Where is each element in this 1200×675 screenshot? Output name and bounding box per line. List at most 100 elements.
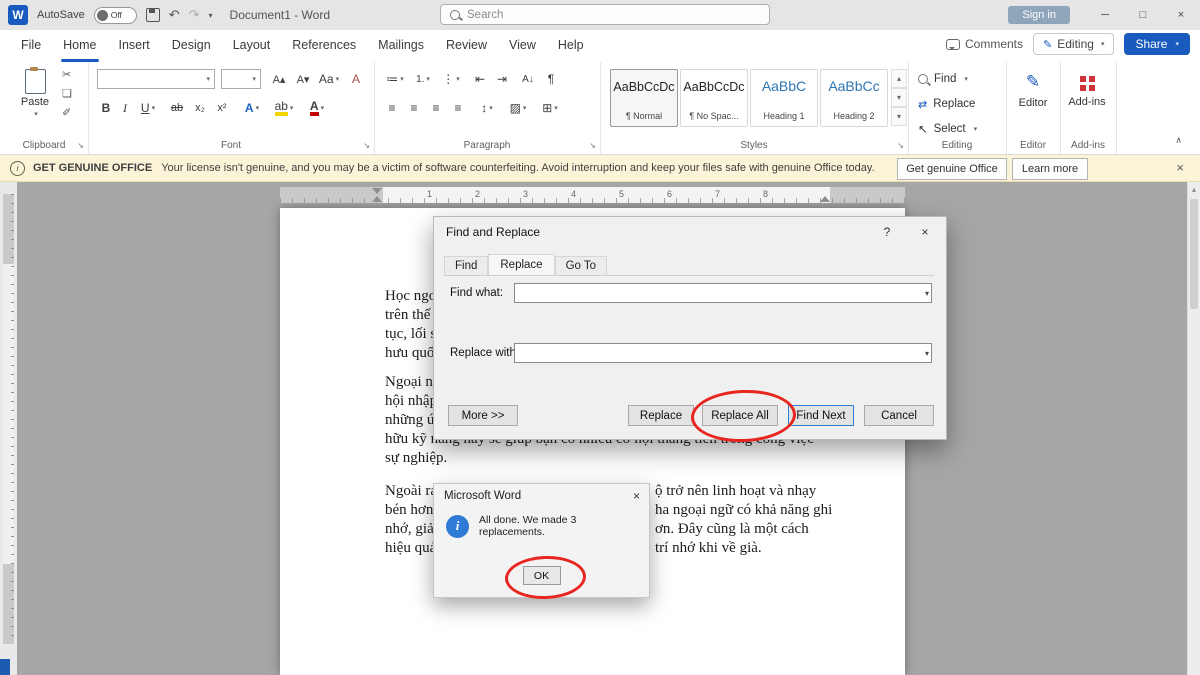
subscript-icon[interactable]: x₂	[190, 98, 210, 118]
shrink-font-icon[interactable]: A▾	[292, 69, 314, 89]
font-size-select[interactable]: ▾	[221, 69, 261, 89]
dialog-title: Find and Replace	[446, 225, 540, 239]
dialog-tab-go-to[interactable]: Go To	[555, 256, 607, 275]
right-indent-marker[interactable]	[820, 191, 830, 202]
style-no-spacing[interactable]: AaBbCcDc ¶ No Spac...	[680, 69, 748, 127]
find-button[interactable]: Find ▾	[918, 70, 968, 88]
tab-insert[interactable]: Insert	[108, 30, 161, 62]
increase-indent-icon[interactable]: ⇥	[492, 69, 512, 89]
editor-button[interactable]: ✎ Editor	[1010, 68, 1056, 130]
replace-button-dialog[interactable]: Replace	[628, 405, 694, 426]
sort-icon[interactable]: A↓	[516, 69, 540, 89]
tab-view[interactable]: View	[498, 30, 547, 62]
tab-mailings[interactable]: Mailings	[367, 30, 435, 62]
font-color-button[interactable]: A▾	[303, 98, 331, 118]
numbering-button[interactable]: 1.▾	[410, 69, 436, 89]
collapse-ribbon-icon[interactable]: ∧	[1175, 135, 1182, 146]
tab-references[interactable]: References	[281, 30, 367, 62]
hanging-indent-marker[interactable]	[372, 191, 382, 202]
styles-dialog-launcher-icon[interactable]: ↘	[897, 141, 904, 150]
change-case-button[interactable]: Aa▾	[316, 69, 342, 89]
multilevel-list-button[interactable]: ⋮▾	[438, 69, 464, 89]
tab-design[interactable]: Design	[161, 30, 222, 62]
close-button[interactable]: ×	[1162, 0, 1200, 30]
tab-home[interactable]: Home	[52, 30, 107, 62]
share-button[interactable]: Share ▾	[1124, 33, 1190, 55]
align-left-icon[interactable]: ≡	[382, 98, 402, 118]
copy-icon[interactable]: ❏	[62, 87, 72, 100]
styles-scroll-down-icon[interactable]: ▾	[891, 88, 907, 107]
shading-button[interactable]: ▨▾	[504, 98, 532, 118]
styles-more-icon[interactable]: ▾	[891, 107, 907, 126]
justify-icon[interactable]: ≡	[448, 98, 468, 118]
cut-icon[interactable]: ✂	[62, 68, 72, 81]
vertical-scrollbar[interactable]: ▴	[1187, 182, 1200, 675]
align-right-icon[interactable]: ≡	[426, 98, 446, 118]
chevron-down-icon[interactable]: ▾	[925, 344, 929, 362]
superscript-icon[interactable]: x²	[212, 98, 232, 118]
font-name-select[interactable]: ▾	[97, 69, 215, 89]
minimize-button[interactable]: ─	[1086, 0, 1124, 30]
redo-icon[interactable]: ↷	[189, 7, 200, 23]
strikethrough-icon[interactable]: ab	[166, 98, 188, 118]
clipboard-dialog-launcher-icon[interactable]: ↘	[77, 141, 84, 150]
style-normal[interactable]: AaBbCcDc ¶ Normal	[610, 69, 678, 127]
style-heading-2[interactable]: AaBbCc Heading 2	[820, 69, 888, 127]
save-icon[interactable]	[146, 8, 160, 22]
font-group: ▾ ▾ A▴ A▾ Aa▾ A B I U▾ ab x₂ x² A▾ ab▾ A…	[88, 62, 375, 154]
clear-formatting-icon[interactable]: A	[346, 69, 366, 89]
chevron-down-icon[interactable]: ▾	[925, 284, 929, 302]
dialog-tab-find[interactable]: Find	[444, 256, 488, 275]
maximize-button[interactable]: □	[1124, 0, 1162, 30]
text-effects-button[interactable]: A▾	[239, 98, 265, 118]
underline-button[interactable]: U▾	[135, 98, 161, 118]
dialog-tab-replace[interactable]: Replace	[488, 254, 554, 275]
grow-font-icon[interactable]: A▴	[268, 69, 290, 89]
message-box-close-icon[interactable]: ×	[633, 489, 640, 503]
borders-button[interactable]: ⊞▾	[536, 98, 564, 118]
format-painter-icon[interactable]: ✐	[62, 106, 72, 119]
find-next-button[interactable]: Find Next	[788, 405, 854, 426]
scrollbar-thumb[interactable]	[1190, 199, 1198, 309]
bullets-button[interactable]: ≔▾	[382, 69, 408, 89]
font-dialog-launcher-icon[interactable]: ↘	[363, 141, 370, 150]
scroll-up-icon[interactable]: ▴	[1188, 185, 1200, 194]
style-heading-1[interactable]: AaBbC Heading 1	[750, 69, 818, 127]
editing-mode-button[interactable]: ✎ Editing ▾	[1033, 33, 1114, 55]
quick-access-caret-icon[interactable]: ▾	[209, 11, 213, 20]
change-case-icon: Aa	[319, 72, 334, 86]
more-button[interactable]: More >>	[448, 405, 518, 426]
italic-button[interactable]: I	[117, 98, 133, 118]
autosave-toggle[interactable]: Off	[94, 7, 137, 24]
highlight-button[interactable]: ab▾	[269, 98, 299, 118]
tab-review[interactable]: Review	[435, 30, 498, 62]
banner-close-icon[interactable]: ×	[1176, 160, 1184, 175]
replace-button[interactable]: ⇄ Replace	[918, 95, 975, 113]
replace-with-input[interactable]: ▾	[514, 343, 932, 363]
align-center-icon[interactable]: ≡	[404, 98, 424, 118]
line-spacing-button[interactable]: ↕▾	[474, 98, 500, 118]
word-logo-icon[interactable]: W	[8, 5, 28, 25]
select-button[interactable]: ↖ Select ▾	[918, 120, 977, 138]
paste-button[interactable]: Paste ▾	[12, 67, 58, 131]
dialog-tab-separator	[444, 275, 934, 276]
learn-more-button[interactable]: Learn more	[1012, 158, 1088, 180]
paragraph-dialog-launcher-icon[interactable]: ↘	[589, 141, 596, 150]
get-genuine-office-button[interactable]: Get genuine Office	[897, 158, 1007, 180]
tab-file[interactable]: File	[10, 30, 52, 62]
comments-button[interactable]: Comments	[946, 37, 1023, 51]
dialog-close-icon[interactable]: ×	[910, 221, 940, 243]
sign-in-button[interactable]: Sign in	[1008, 6, 1070, 24]
undo-icon[interactable]: ↶	[169, 7, 180, 23]
styles-scroll-up-icon[interactable]: ▴	[891, 69, 907, 88]
tab-help[interactable]: Help	[547, 30, 595, 62]
find-what-input[interactable]: ▾	[514, 283, 932, 303]
add-ins-button[interactable]: Add-ins	[1064, 68, 1110, 130]
tab-layout[interactable]: Layout	[222, 30, 282, 62]
search-input[interactable]: Search	[440, 4, 770, 25]
cancel-button[interactable]: Cancel	[864, 405, 934, 426]
show-formatting-marks-icon[interactable]: ¶	[542, 69, 560, 89]
dialog-help-icon[interactable]: ?	[872, 221, 902, 243]
bold-button[interactable]: B	[97, 98, 115, 118]
decrease-indent-icon[interactable]: ⇤	[470, 69, 490, 89]
